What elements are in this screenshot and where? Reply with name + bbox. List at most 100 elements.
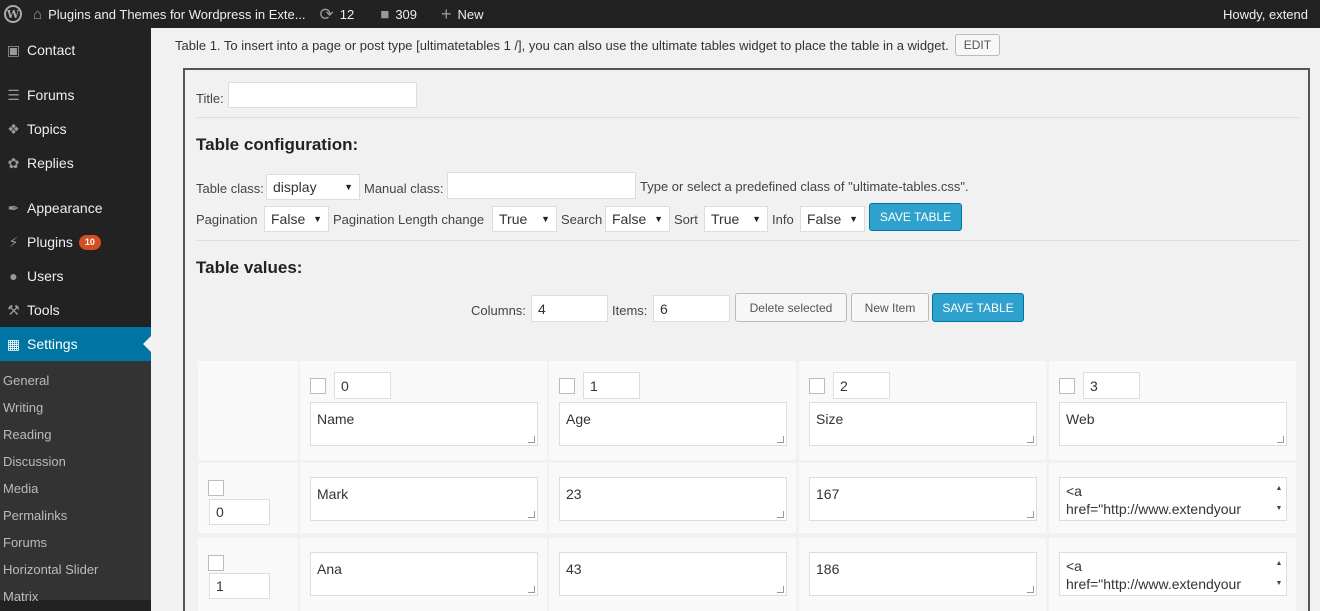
- resize-grip-icon[interactable]: [1027, 586, 1034, 593]
- submenu-item-discussion[interactable]: Discussion: [3, 448, 66, 475]
- title-input[interactable]: [228, 82, 417, 108]
- cell-textarea[interactable]: 23: [559, 477, 787, 521]
- column-select-checkbox[interactable]: [1059, 378, 1075, 394]
- cell-textarea[interactable]: 43: [559, 552, 787, 596]
- row-select-checkbox[interactable]: [208, 555, 224, 571]
- sidebar-item-forums[interactable]: ☰ Forums: [0, 78, 151, 112]
- sidebar-item-tools[interactable]: ⚒ Tools: [0, 293, 151, 327]
- updates-count: 12: [339, 6, 355, 22]
- resize-grip-icon[interactable]: [777, 436, 784, 443]
- resize-grip-icon[interactable]: [1027, 436, 1034, 443]
- resize-grip-icon[interactable]: [528, 586, 535, 593]
- replies-icon: ✿: [7, 154, 20, 171]
- column-name-textarea[interactable]: Age: [559, 402, 787, 446]
- column-index-input[interactable]: 2: [833, 372, 890, 399]
- column-header-cell: 0 Name: [300, 361, 547, 460]
- cell-textarea[interactable]: <a href="http://www.extendyour ▲ ▼: [1059, 552, 1287, 596]
- delete-selected-button[interactable]: Delete selected: [735, 293, 847, 322]
- column-header-cell: 3 Web: [1049, 361, 1296, 460]
- textarea-scrollbar[interactable]: ▲ ▼: [1272, 553, 1286, 595]
- sidebar-item-users[interactable]: ● Users: [0, 259, 151, 293]
- row-index-input[interactable]: 1: [209, 573, 270, 599]
- column-select-checkbox[interactable]: [809, 378, 825, 394]
- submenu-item-permalinks[interactable]: Permalinks: [3, 502, 67, 529]
- save-table-values-button[interactable]: SAVE TABLE: [932, 293, 1024, 322]
- submenu-item-writing[interactable]: Writing: [3, 394, 43, 421]
- cell-textarea[interactable]: Mark: [310, 477, 538, 521]
- sidebar-item-topics[interactable]: ❖ Topics: [0, 112, 151, 146]
- manual-class-label: Manual class:: [364, 181, 444, 196]
- resize-grip-icon[interactable]: [777, 586, 784, 593]
- edit-button[interactable]: EDIT: [954, 34, 1001, 56]
- dropdown-arrow-icon: ▼: [752, 214, 761, 224]
- pagination-length-select[interactable]: True ▼: [492, 206, 557, 232]
- column-index-input[interactable]: 3: [1083, 372, 1140, 399]
- columns-input[interactable]: 4: [531, 295, 608, 322]
- resize-grip-icon[interactable]: [528, 436, 535, 443]
- account-link[interactable]: Howdy, extend: [1216, 0, 1320, 28]
- column-header-cell: 2 Size: [799, 361, 1046, 460]
- submenu-item-horizontal-slider[interactable]: Horizontal Slider: [3, 556, 98, 583]
- column-select-checkbox[interactable]: [559, 378, 575, 394]
- scroll-up-icon[interactable]: ▲: [1276, 555, 1283, 573]
- new-item-button[interactable]: New Item: [851, 293, 929, 322]
- submenu-item-media[interactable]: Media: [3, 475, 38, 502]
- column-index-input[interactable]: 1: [583, 372, 640, 399]
- sidebar-item-contact[interactable]: ▣ Contact: [0, 33, 151, 67]
- updates-link[interactable]: ⟳ 12: [313, 0, 362, 28]
- items-input[interactable]: 6: [653, 295, 730, 322]
- sidebar-item-settings[interactable]: ▦ Settings: [0, 327, 151, 361]
- resize-grip-icon[interactable]: [1277, 436, 1284, 443]
- textarea-scrollbar[interactable]: ▲ ▼: [1272, 478, 1286, 520]
- table-class-select[interactable]: display ▼: [266, 174, 360, 200]
- column-select-checkbox[interactable]: [310, 378, 326, 394]
- sidebar-item-plugins[interactable]: ⚡ Plugins 10: [0, 225, 151, 259]
- cell-textarea[interactable]: 186: [809, 552, 1037, 596]
- cell-value: <a href="http://www.extendyour: [1066, 558, 1242, 592]
- sidebar-item-label: Topics: [27, 121, 67, 137]
- submenu-item-forums[interactable]: Forums: [3, 529, 47, 556]
- comments-link[interactable]: ■ 309: [373, 0, 424, 28]
- pagination-length-label: Pagination Length change: [333, 212, 485, 227]
- wordpress-logo-icon[interactable]: W: [0, 0, 26, 28]
- row-select-checkbox[interactable]: [208, 480, 224, 496]
- resize-grip-icon[interactable]: [777, 511, 784, 518]
- cell-value: 186: [816, 561, 840, 577]
- submenu-item-general[interactable]: General: [3, 367, 49, 394]
- table-class-label: Table class:: [196, 181, 264, 196]
- cell-textarea[interactable]: <a href="http://www.extendyour ▲ ▼: [1059, 477, 1287, 521]
- table-cell: <a href="http://www.extendyour ▲ ▼: [1049, 463, 1296, 533]
- sidebar-item-replies[interactable]: ✿ Replies: [0, 146, 151, 180]
- submenu-item-reading[interactable]: Reading: [3, 421, 51, 448]
- items-label: Items:: [612, 303, 648, 318]
- submenu-item-matrix[interactable]: Matrix: [3, 583, 38, 610]
- sidebar-item-label: Forums: [27, 87, 75, 103]
- cell-textarea[interactable]: 167: [809, 477, 1037, 521]
- site-name-link[interactable]: ⌂ Plugins and Themes for Wordpress in Ex…: [26, 0, 313, 28]
- cell-value: 23: [566, 486, 582, 502]
- info-select[interactable]: False ▼: [800, 206, 865, 232]
- scroll-down-icon[interactable]: ▼: [1276, 575, 1283, 593]
- resize-grip-icon[interactable]: [1027, 511, 1034, 518]
- column-name-textarea[interactable]: Size: [809, 402, 1037, 446]
- search-select[interactable]: False ▼: [605, 206, 670, 232]
- sidebar-item-appearance[interactable]: ✒ Appearance: [0, 191, 151, 225]
- column-index-input[interactable]: 0: [334, 372, 391, 399]
- pagination-select[interactable]: False ▼: [264, 206, 329, 232]
- row-header-cell: 0: [198, 463, 298, 533]
- resize-grip-icon[interactable]: [528, 511, 535, 518]
- table-cell: Mark: [300, 463, 547, 533]
- column-name-textarea[interactable]: Web: [1059, 402, 1287, 446]
- sort-select[interactable]: True ▼: [704, 206, 768, 232]
- manual-class-input[interactable]: [447, 172, 636, 199]
- save-table-button[interactable]: SAVE TABLE: [869, 203, 962, 231]
- column-name: Size: [816, 411, 844, 427]
- scroll-up-icon[interactable]: ▲: [1276, 480, 1283, 498]
- row-index-input[interactable]: 0: [209, 499, 270, 525]
- column-name-textarea[interactable]: Name: [310, 402, 538, 446]
- new-content-link[interactable]: + New: [434, 0, 491, 28]
- cell-textarea[interactable]: Ana: [310, 552, 538, 596]
- title-label: Title:: [196, 91, 224, 106]
- plugins-update-badge: 10: [78, 234, 101, 250]
- scroll-down-icon[interactable]: ▼: [1276, 500, 1283, 518]
